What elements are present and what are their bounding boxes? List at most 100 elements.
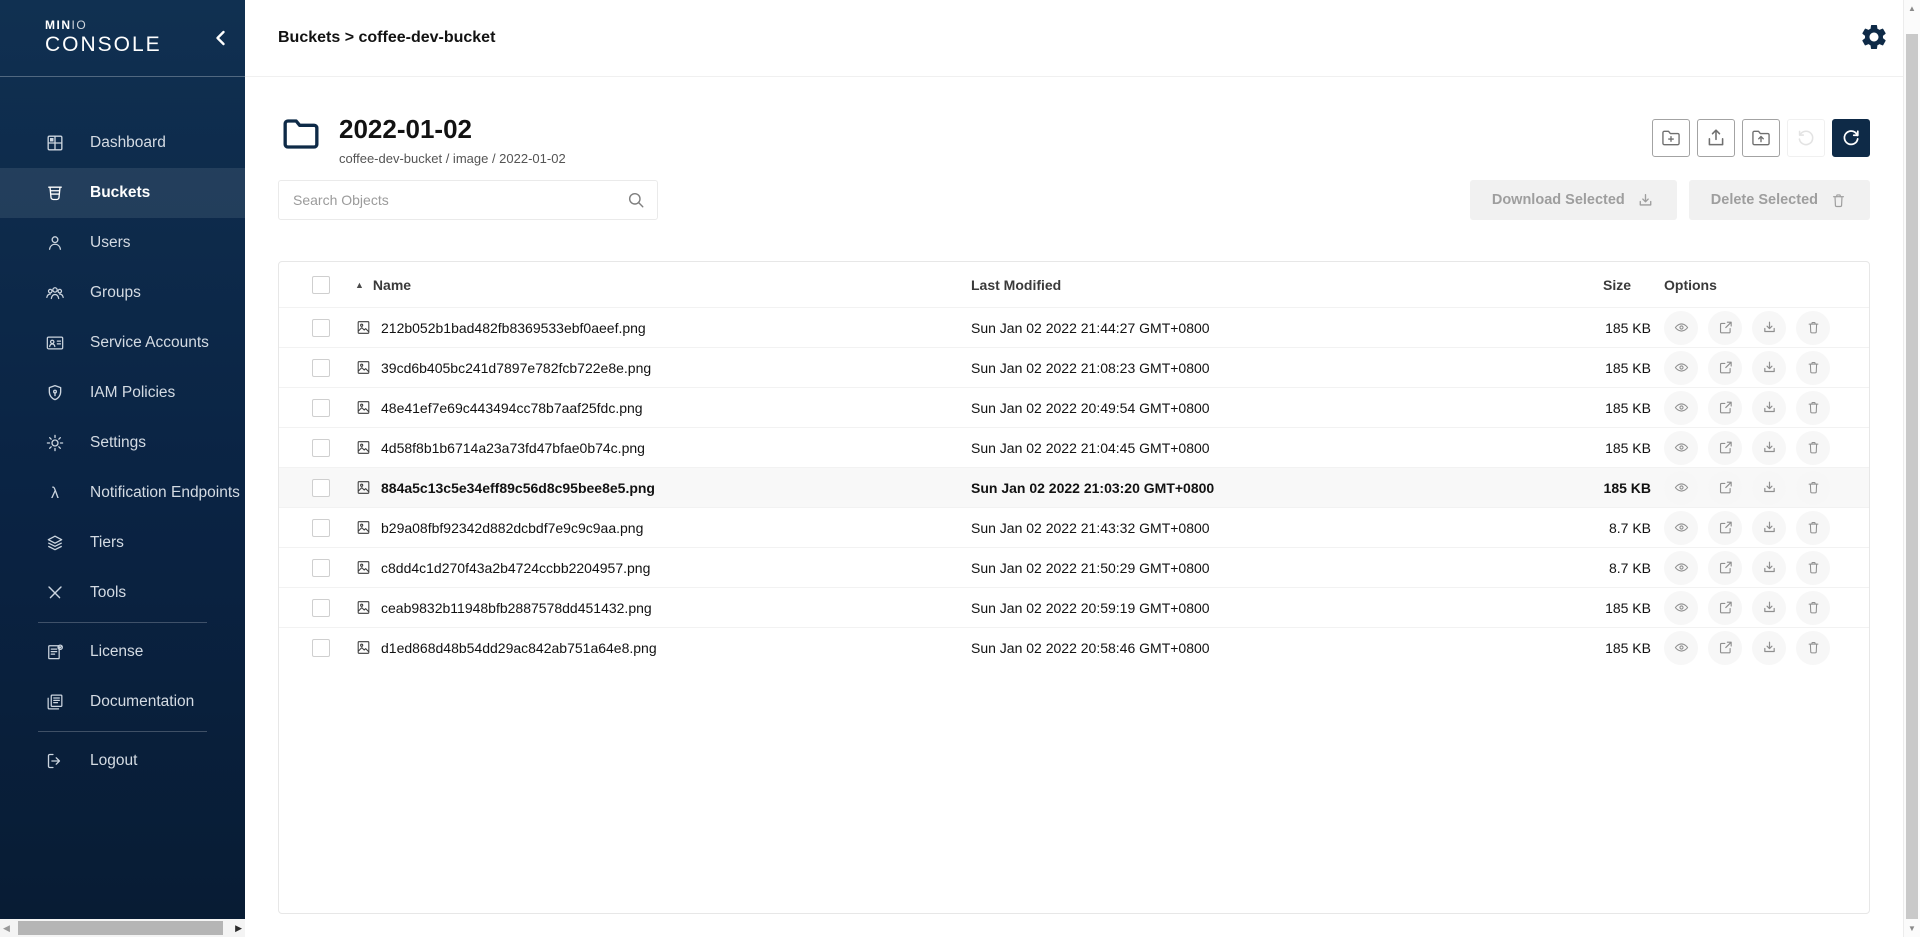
share-icon [1717,479,1734,496]
table-row[interactable]: 212b052b1bad482fb8369533ebf0aeef.png Sun… [279,307,1869,347]
delete-object-button[interactable] [1796,591,1830,625]
share-object-button[interactable] [1708,391,1742,425]
topbar: Buckets > coffee-dev-bucket [245,0,1903,77]
scroll-up-arrow[interactable]: ▲ [1904,4,1920,13]
refresh-button[interactable] [1832,119,1870,157]
row-checkbox[interactable] [312,599,330,617]
download-object-button[interactable] [1752,391,1786,425]
delete-object-button[interactable] [1796,391,1830,425]
sidebar-collapse-button[interactable] [209,26,233,50]
download-object-button[interactable] [1752,351,1786,385]
table-row[interactable]: 39cd6b405bc241d7897e782fcb722e8e.png Sun… [279,347,1869,387]
lambda-icon [45,483,65,503]
delete-object-button[interactable] [1796,311,1830,345]
share-object-button[interactable] [1708,631,1742,665]
horizontal-scrollbar-thumb[interactable] [18,921,223,935]
sidebar-item-license[interactable]: License [0,627,245,677]
download-object-button[interactable] [1752,311,1786,345]
vertical-scrollbar-thumb[interactable] [1906,34,1918,919]
share-object-button[interactable] [1708,351,1742,385]
preview-object-button[interactable] [1664,311,1698,345]
table-row[interactable]: ceab9832b11948bfb2887578dd451432.png Sun… [279,587,1869,627]
preview-object-button[interactable] [1664,591,1698,625]
preview-object-button[interactable] [1664,391,1698,425]
share-object-button[interactable] [1708,471,1742,505]
sidebar-item-documentation[interactable]: Documentation [0,677,245,727]
row-checkbox[interactable] [312,559,330,577]
table-row[interactable]: 48e41ef7e69c443494cc78b7aaf25fdc.png Sun… [279,387,1869,427]
sidebar-item-settings[interactable]: Settings [0,418,245,468]
share-object-button[interactable] [1708,431,1742,465]
sidebar-item-buckets[interactable]: Buckets [0,168,245,218]
download-object-button[interactable] [1752,591,1786,625]
trash-icon [1805,559,1822,576]
preview-object-button[interactable] [1664,351,1698,385]
preview-object-button[interactable] [1664,511,1698,545]
row-checkbox[interactable] [312,399,330,417]
table-row-highlighted[interactable]: 884a5c13c5e34eff89c56d8c95bee8e5.png Sun… [279,467,1869,507]
sidebar-item-users[interactable]: Users [0,218,245,268]
row-checkbox[interactable] [312,479,330,497]
sidebar-item-iam-policies[interactable]: IAM Policies [0,368,245,418]
sidebar-item-notification-endpoints[interactable]: Notification Endpoints [0,468,245,518]
row-checkbox[interactable] [312,439,330,457]
preview-object-button[interactable] [1664,631,1698,665]
delete-object-button[interactable] [1796,431,1830,465]
rewind-button[interactable] [1787,119,1825,157]
preview-object-button[interactable] [1664,471,1698,505]
sidebar-item-dashboard[interactable]: Dashboard [0,118,245,168]
download-object-button[interactable] [1752,471,1786,505]
delete-object-button[interactable] [1796,511,1830,545]
row-checkbox[interactable] [312,639,330,657]
table-row[interactable]: c8dd4c1d270f43a2b4724ccbb2204957.png Sun… [279,547,1869,587]
scroll-left-arrow[interactable]: ◀ [3,923,10,934]
download-object-button[interactable] [1752,431,1786,465]
table-row[interactable]: d1ed868d48b54dd29ac842ab751a64e8.png Sun… [279,627,1869,667]
delete-object-button[interactable] [1796,351,1830,385]
delete-object-button[interactable] [1796,471,1830,505]
table-row[interactable]: b29a08fbf92342d882dcbdf7e9c9c9aa.png Sun… [279,507,1869,547]
row-checkbox[interactable] [312,359,330,377]
sidebar-item-tiers[interactable]: Tiers [0,518,245,568]
share-object-button[interactable] [1708,591,1742,625]
scroll-right-arrow[interactable]: ▶ [235,923,242,934]
sidebar-item-groups[interactable]: Groups [0,268,245,318]
sidebar-item-label: Settings [90,434,146,452]
select-all-checkbox[interactable] [312,276,330,294]
settings-gear-button[interactable] [1857,21,1891,55]
new-path-button[interactable] [1652,119,1690,157]
share-object-button[interactable] [1708,511,1742,545]
column-header-name[interactable]: ▲Name [339,277,971,293]
breadcrumb[interactable]: Buckets > coffee-dev-bucket [278,29,495,47]
download-selected-button[interactable]: Download Selected [1470,180,1677,220]
chevron-left-icon [209,0,233,113]
download-icon [1761,439,1778,456]
download-object-button[interactable] [1752,631,1786,665]
delete-object-button[interactable] [1796,631,1830,665]
sidebar-item-service-accounts[interactable]: Service Accounts [0,318,245,368]
object-modified: Sun Jan 02 2022 20:58:46 GMT+0800 [971,640,1531,656]
delete-selected-button[interactable]: Delete Selected [1689,180,1870,220]
sidebar-item-tools[interactable]: Tools [0,568,245,618]
download-object-button[interactable] [1752,551,1786,585]
sidebar-item-label: License [90,643,143,661]
download-object-button[interactable] [1752,511,1786,545]
row-checkbox[interactable] [312,319,330,337]
object-modified: Sun Jan 02 2022 21:50:29 GMT+0800 [971,560,1531,576]
table-row[interactable]: 4d58f8b1b6714a23a73fd47bfae0b74c.png Sun… [279,427,1869,467]
search-input[interactable] [278,180,658,220]
upload-folder-button[interactable] [1742,119,1780,157]
column-header-options: Options [1651,277,1869,293]
eye-icon [1673,639,1690,656]
upload-file-button[interactable] [1697,119,1735,157]
share-object-button[interactable] [1708,311,1742,345]
scroll-down-arrow[interactable]: ▼ [1904,924,1920,933]
row-checkbox[interactable] [312,519,330,537]
delete-object-button[interactable] [1796,551,1830,585]
preview-object-button[interactable] [1664,551,1698,585]
download-icon [1761,359,1778,376]
share-object-button[interactable] [1708,551,1742,585]
sidebar-item-logout[interactable]: Logout [0,736,245,786]
preview-object-button[interactable] [1664,431,1698,465]
object-name: 39cd6b405bc241d7897e782fcb722e8e.png [381,360,651,376]
